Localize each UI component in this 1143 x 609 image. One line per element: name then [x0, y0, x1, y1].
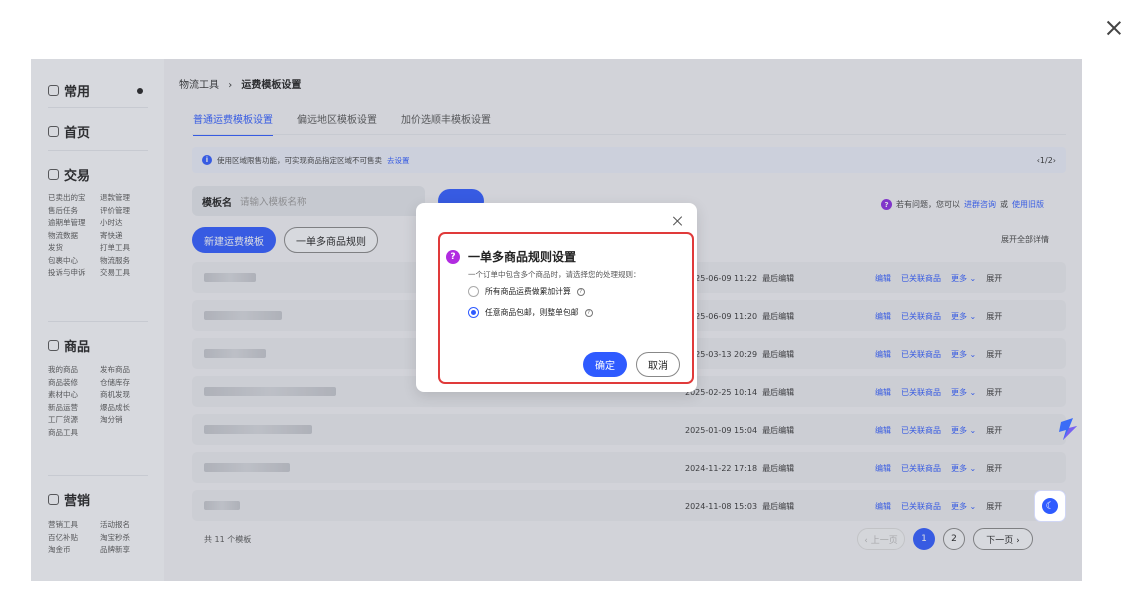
dialog-description: 一个订单中包含多个商品时，请选择您的处理规则：: [468, 270, 641, 279]
confirm-button[interactable]: 确定: [583, 352, 627, 377]
assistant-icon[interactable]: [1057, 416, 1079, 442]
multi-goods-rule-dialog: ? 一单多商品规则设置 一个订单中包含多个商品时，请选择您的处理规则： 所有商品…: [416, 203, 697, 392]
dialog-body: ? 一单多商品规则设置 一个订单中包含多个商品时，请选择您的处理规则： 所有商品…: [438, 232, 694, 384]
option-label: 任意商品包邮，则整单包邮: [485, 308, 579, 317]
help-circle-icon[interactable]: ?: [584, 308, 593, 317]
moon-icon: ☾: [1042, 498, 1058, 514]
dialog-title-text: 一单多商品规则设置: [468, 250, 577, 264]
close-icon[interactable]: [1104, 18, 1124, 38]
option-cumulative[interactable]: 所有商品运费做累加计算 ?: [468, 286, 585, 297]
dialog-title: ? 一单多商品规则设置: [446, 248, 576, 265]
question-icon: ?: [446, 249, 460, 264]
dialog-close-icon[interactable]: [672, 215, 684, 227]
option-any-free-shipping[interactable]: 任意商品包邮，则整单包邮 ?: [468, 307, 593, 318]
cancel-button[interactable]: 取消: [636, 352, 680, 377]
option-label: 所有商品运费做累加计算: [485, 287, 571, 296]
customer-service-button[interactable]: ☾: [1034, 490, 1066, 522]
help-circle-icon[interactable]: ?: [576, 287, 585, 296]
radio-button-selected[interactable]: [468, 307, 479, 318]
radio-button[interactable]: [468, 286, 479, 297]
